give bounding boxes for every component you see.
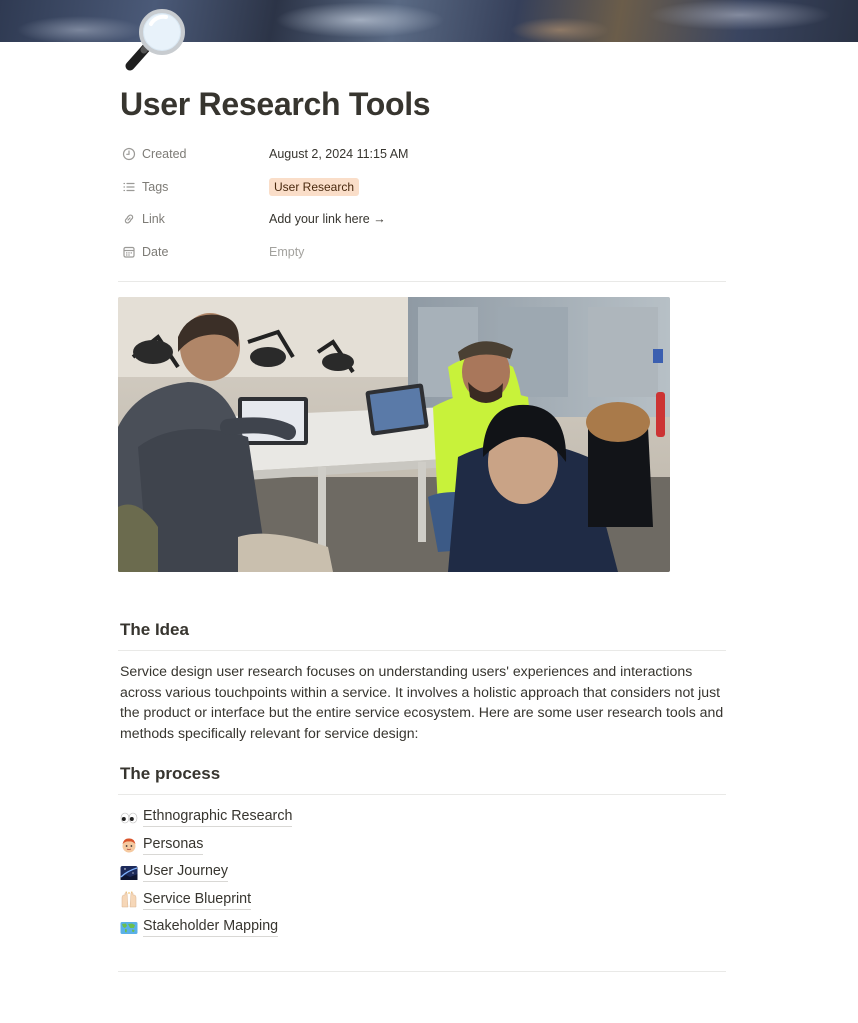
idea-line: across various touchpoints within a serv… <box>120 683 721 700</box>
page-link-label: User Journey <box>143 863 229 883</box>
process-page-links: Ethnographic Research Personas User Jour… <box>120 804 520 942</box>
property-name-date[interactable]: Date <box>122 245 168 259</box>
property-label: Tags <box>142 179 169 194</box>
property-name-tags[interactable]: Tags <box>122 180 168 194</box>
magnifying-glass-icon[interactable] <box>118 4 190 76</box>
world-map-emoji-icon <box>120 919 138 937</box>
idea-line: methods specifically relevant for servic… <box>120 724 419 741</box>
properties-divider <box>118 281 726 282</box>
property-label: Link <box>142 212 165 226</box>
tags-value[interactable]: User Research <box>269 177 360 196</box>
clock-icon <box>122 147 136 161</box>
page-link-label: Stakeholder Mapping <box>143 918 279 938</box>
page-link-label: Ethnographic Research <box>143 808 293 828</box>
idea-divider <box>118 650 726 651</box>
eyes-emoji-icon <box>120 809 138 827</box>
person-face-emoji-icon <box>120 836 138 854</box>
idea-line: Service design user research focuses on … <box>120 663 693 679</box>
footer-divider <box>118 971 726 972</box>
link-value[interactable]: Add your link here → <box>269 212 386 226</box>
idea-line: the product or interface but the entire … <box>120 704 724 721</box>
property-tags: Tags User Research <box>120 174 726 207</box>
team-photo-image[interactable] <box>118 297 670 572</box>
idea-heading[interactable]: The Idea <box>120 620 189 640</box>
page-link-label: Service Blueprint <box>143 891 252 910</box>
link-icon <box>124 214 134 224</box>
property-label: Created <box>142 147 187 161</box>
property-link: Link Add your link here → <box>120 206 726 239</box>
page-link-ethnographic-research[interactable]: Ethnographic Research <box>120 804 520 832</box>
night-sky-emoji-icon <box>120 864 138 882</box>
process-divider <box>118 794 726 795</box>
page-link-user-journey[interactable]: User Journey <box>120 859 520 887</box>
calendar-icon <box>123 246 135 258</box>
process-heading[interactable]: The process <box>120 764 220 784</box>
page-link-label: Personas <box>143 836 204 855</box>
idea-paragraph[interactable]: Service design user research focuses on … <box>120 661 730 743</box>
created-value: August 2, 2024 11:15 AM <box>269 147 409 161</box>
property-date: Date Empty <box>120 239 726 272</box>
property-name-created[interactable]: Created <box>122 147 186 161</box>
date-value[interactable]: Empty <box>269 245 304 259</box>
property-label: Date <box>142 244 169 259</box>
properties-panel: Created August 2, 2024 11:15 AM Tags Use… <box>120 141 726 271</box>
page-title[interactable]: User Research Tools <box>120 86 431 123</box>
raised-hands-emoji-icon <box>120 891 138 909</box>
list-icon <box>123 182 135 191</box>
page-link-personas[interactable]: Personas <box>120 832 520 860</box>
tag-user-research[interactable]: User Research <box>269 177 360 196</box>
page-link-service-blueprint[interactable]: Service Blueprint <box>120 887 520 915</box>
property-created: Created August 2, 2024 11:15 AM <box>120 141 726 174</box>
property-name-link[interactable]: Link <box>122 212 165 226</box>
page-link-stakeholder-mapping[interactable]: Stakeholder Mapping <box>120 914 520 942</box>
